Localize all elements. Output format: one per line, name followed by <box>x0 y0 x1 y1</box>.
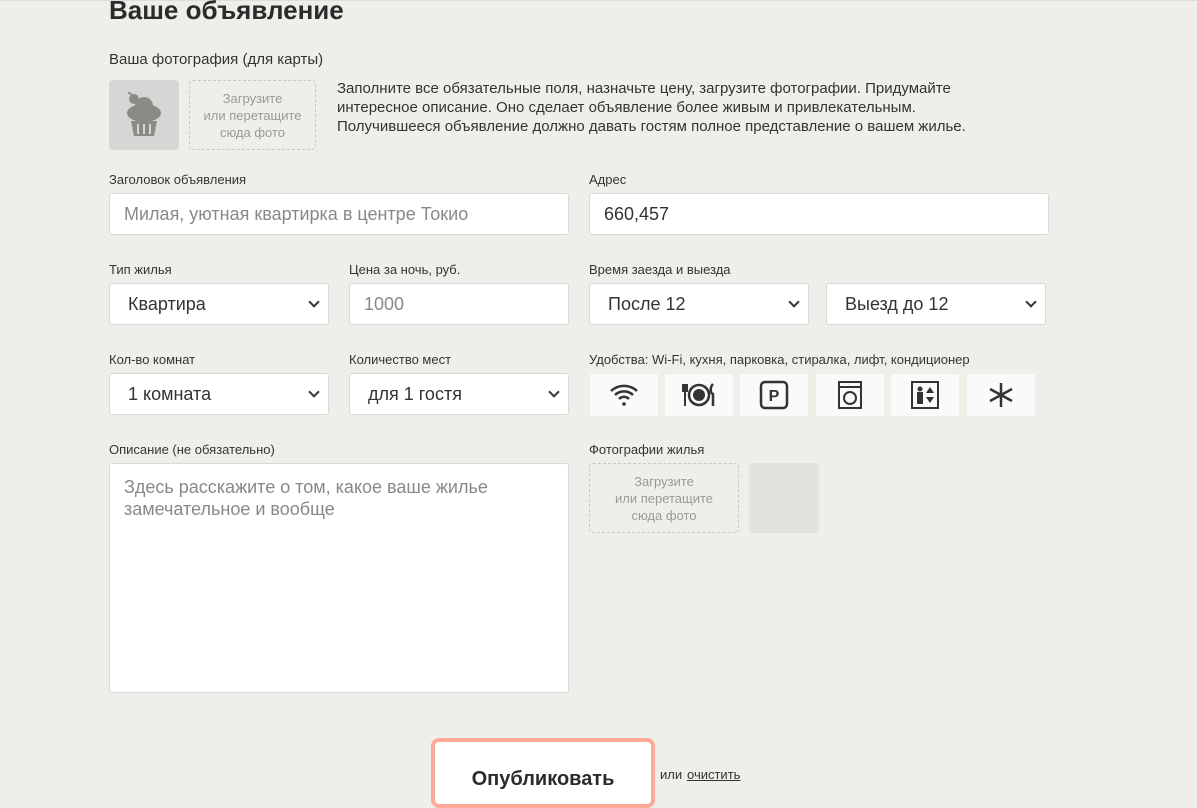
feature-wifi[interactable] <box>590 374 658 416</box>
title-label: Заголовок объявления <box>109 172 247 187</box>
svg-text:P: P <box>769 388 780 405</box>
description-label: Описание (не обязательно) <box>109 442 275 457</box>
capacity-select[interactable]: для 1 гостя <box>349 373 569 415</box>
page-title: Ваше объявление <box>109 0 344 25</box>
kitchen-icon <box>682 383 715 407</box>
type-select[interactable]: Квартира <box>109 283 329 325</box>
submit-button[interactable]: Опубликовать <box>431 738 655 808</box>
rooms-label: Кол-во комнат <box>109 352 196 367</box>
checkout-select[interactable]: Выезд до 12 <box>826 283 1046 325</box>
or-text: или <box>660 767 683 782</box>
rooms-select[interactable]: 1 комната <box>109 373 329 415</box>
features-label: Удобства: Wi-Fi, кухня, парковка, стирал… <box>589 352 970 367</box>
elevator-icon <box>911 381 939 409</box>
address-label: Адрес <box>589 172 627 187</box>
feature-conditioner[interactable] <box>967 374 1035 416</box>
photos-dropzone[interactable]: Загрузите или перетащите сюда фото <box>589 463 739 533</box>
feature-washer[interactable] <box>816 374 884 416</box>
feature-elevator[interactable] <box>891 374 959 416</box>
capacity-label: Количество мест <box>349 352 452 367</box>
feature-kitchen[interactable] <box>665 374 733 416</box>
type-label: Тип жилья <box>109 262 172 277</box>
avatar-label: Ваша фотография (для карты) <box>109 51 324 68</box>
cupcake-icon <box>127 92 161 136</box>
conditioner-icon <box>989 383 1013 407</box>
description-textarea[interactable]: Здесь расскажите о том, какое ваше жилье… <box>109 463 569 693</box>
avatar-preview <box>109 80 179 150</box>
time-label: Время заезда и выезда <box>589 262 731 277</box>
wifi-icon <box>610 384 638 406</box>
photo-preview <box>749 463 819 533</box>
checkin-select[interactable]: После 12 <box>589 283 809 325</box>
photos-label: Фотографии жилья <box>589 442 705 457</box>
parking-icon: P <box>759 380 789 410</box>
reset-link[interactable]: очистить <box>687 767 740 782</box>
avatar-dropzone[interactable]: Загрузите или перетащите сюда фото <box>189 80 316 150</box>
price-input[interactable]: 1000 <box>349 283 569 325</box>
feature-parking[interactable]: P <box>740 374 808 416</box>
form-hint: Заполните все обязательные поля, назначь… <box>337 80 966 135</box>
washer-icon <box>838 381 862 409</box>
price-label: Цена за ночь, руб. <box>349 262 461 277</box>
address-input[interactable]: 660,457 <box>589 193 1049 235</box>
title-input[interactable]: Милая, уютная квартирка в центре Токио <box>109 193 569 235</box>
